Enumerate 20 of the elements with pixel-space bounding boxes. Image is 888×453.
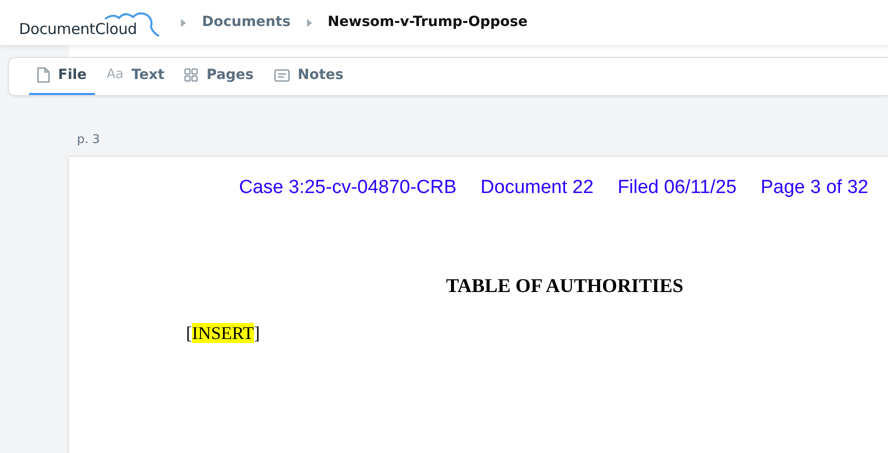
header-text: Document 22 xyxy=(480,176,594,200)
text-icon: Aa xyxy=(106,65,124,85)
caret-icon xyxy=(180,18,186,26)
tab[interactable]: Aa Text xyxy=(98,57,172,95)
grid-icon xyxy=(184,68,198,82)
header-text: Filed 06/11/25 xyxy=(618,176,737,200)
file-icon xyxy=(37,67,50,83)
document-text: [INSERT] xyxy=(186,322,260,343)
logo[interactable]: DocumentCloud xyxy=(19,10,161,40)
breadcrumb-link[interactable]: Documents xyxy=(202,12,291,33)
header-text: Page 3 of 32 xyxy=(760,176,868,200)
tab[interactable]: Notes xyxy=(266,57,352,95)
note-icon xyxy=(274,68,290,82)
page-number: p. 3 xyxy=(77,131,101,148)
document-title: Newsom-v-Trump-Oppose xyxy=(328,13,528,32)
caret-icon xyxy=(306,18,312,26)
tab[interactable]: File xyxy=(29,57,95,95)
header-text: Case 3:25-cv-04870-CRB xyxy=(239,176,457,200)
document-heading: TABLE OF AUTHORITIES xyxy=(445,274,684,298)
tab[interactable]: Pages xyxy=(176,57,262,95)
